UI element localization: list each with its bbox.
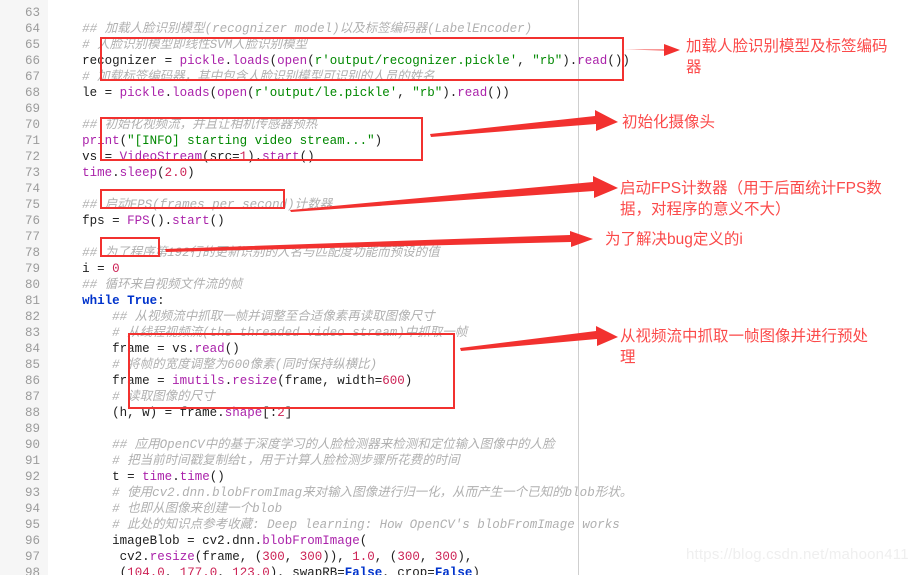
line-number: 91 <box>24 454 40 468</box>
code-line[interactable]: (h, w) = frame.shape[:2] <box>112 405 292 421</box>
line-number: 89 <box>24 422 40 436</box>
line-number: 77 <box>24 230 40 244</box>
code-screenshot-root: 63 64 65 66 67 68 69 70 71 72 73 74 75 76 77 78 79 80 81 82… <box>0 0 924 575</box>
line-number: 81 <box>24 294 40 308</box>
code-line[interactable]: # 也即从图像来创建一个blob <box>112 501 282 517</box>
code-line[interactable]: cv2.resize(frame, (300, 300)), 1.0, (300… <box>120 549 473 565</box>
line-number: 63 <box>24 6 40 20</box>
line-number-gutter: 63 64 65 66 67 68 69 70 71 72 73 74 75 76 77 78 79 80 81 82… <box>0 0 48 575</box>
code-line[interactable]: # 加载标签编码器，其中包含人脸识别模型可识别的人员的姓名 <box>82 69 435 85</box>
line-number: 67 <box>24 70 40 84</box>
line-number: 69 <box>24 102 40 116</box>
line-number: 79 <box>24 262 40 276</box>
code-line[interactable]: ## 加载人脸识别模型(recognizer model)以及标签编码器(Lab… <box>82 21 532 37</box>
line-number: 95 <box>24 518 40 532</box>
code-line[interactable]: # 此处的知识点参考收藏: Deep learning: How OpenCV'… <box>112 517 620 533</box>
line-number: 96 <box>24 534 40 548</box>
line-number: 74 <box>24 182 40 196</box>
line-number: 97 <box>24 550 40 564</box>
line-number: 73 <box>24 166 40 180</box>
code-line[interactable]: imageBlob = cv2.dnn.blobFromImage( <box>112 533 367 549</box>
code-line[interactable]: recognizer = pickle.loads(open(r'output/… <box>82 53 630 69</box>
annotation-load-recognizer: 加载人脸识别模型及标签编码 器 <box>686 38 888 76</box>
line-number: 64 <box>24 22 40 36</box>
code-line[interactable]: while True: <box>82 293 165 309</box>
annotation-counter-i: 为了解决bug定义的i <box>605 231 743 248</box>
line-number: 98 <box>24 566 40 575</box>
line-number: 82 <box>24 310 40 324</box>
code-line[interactable]: ## 启动FPS(frames per second)计数器 <box>82 197 332 213</box>
code-line[interactable]: ## 循环来自视频文件流的帧 <box>82 277 242 293</box>
code-line[interactable]: ## 从视频流中抓取一帧并调整至合适像素再读取图像尺寸 <box>112 309 435 325</box>
line-number: 66 <box>24 54 40 68</box>
code-line[interactable]: frame = imutils.resize(frame, width=600) <box>112 373 412 389</box>
code-line[interactable]: # 人脸识别模型即线性SVM人脸识别模型 <box>82 37 307 53</box>
code-line[interactable]: le = pickle.loads(open(r'output/le.pickl… <box>82 85 510 101</box>
line-number: 86 <box>24 374 40 388</box>
code-editor-area[interactable]: ## 加载人脸识别模型(recognizer model)以及标签编码器(Lab… <box>48 0 924 575</box>
code-line[interactable]: print("[INFO] starting video stream...") <box>82 133 382 149</box>
code-line[interactable]: (104.0, 177.0, 123.0), swapRB=False, cro… <box>120 565 480 575</box>
line-number: 78 <box>24 246 40 260</box>
line-number: 72 <box>24 150 40 164</box>
line-number: 84 <box>24 342 40 356</box>
print-margin-ruler <box>578 0 579 575</box>
annotation-init-camera: 初始化摄像头 <box>622 114 716 131</box>
line-number: 85 <box>24 358 40 372</box>
code-line[interactable]: # 从线程视频流(the threaded video stream)中抓取一帧 <box>112 325 467 341</box>
code-line[interactable]: # 将帧的宽度调整为600像素(同时保持纵横比) <box>112 357 377 373</box>
code-line[interactable]: ## 为了程序第192行的更新识别的人名与匹配度功能而预设的值 <box>82 245 440 261</box>
annotation-read-frame: 从视频流中抓取一帧图像并进行预处 理 <box>620 328 869 366</box>
line-number: 71 <box>24 134 40 148</box>
line-number: 92 <box>24 470 40 484</box>
code-line[interactable]: # 读取图像的尺寸 <box>112 389 215 405</box>
line-number: 94 <box>24 502 40 516</box>
line-number: 93 <box>24 486 40 500</box>
code-line[interactable]: fps = FPS().start() <box>82 213 225 229</box>
line-number: 68 <box>24 86 40 100</box>
line-number: 88 <box>24 406 40 420</box>
annotation-fps-counter: 启动FPS计数器（用于后面统计FPS数 据，对程序的意义不大） <box>620 180 882 218</box>
csdn-watermark: https://blog.csdn.net/mahoon411 <box>686 546 909 563</box>
code-line[interactable]: vs = VideoStream(src=1).start() <box>82 149 315 165</box>
code-line[interactable]: t = time.time() <box>112 469 225 485</box>
code-line[interactable]: ## 初始化视频流，并且让相机传感器预热 <box>82 117 317 133</box>
code-line[interactable]: time.sleep(2.0) <box>82 165 195 181</box>
code-line[interactable]: frame = vs.read() <box>112 341 240 357</box>
line-number: 76 <box>24 214 40 228</box>
code-line[interactable]: # 使用cv2.dnn.blobFromImag来对输入图像进行归一化，从而产生… <box>112 485 632 501</box>
code-line[interactable]: i = 0 <box>82 261 120 277</box>
code-line[interactable]: ## 应用OpenCV中的基于深度学习的人脸检测器来检测和定位输入图像中的人脸 <box>112 437 555 453</box>
line-number: 87 <box>24 390 40 404</box>
code-line[interactable]: # 把当前时间戳复制给t，用于计算人脸检测步骤所花费的时间 <box>112 453 460 469</box>
line-number: 65 <box>24 38 40 52</box>
line-number: 83 <box>24 326 40 340</box>
line-number: 75 <box>24 198 40 212</box>
line-number: 90 <box>24 438 40 452</box>
line-number: 80 <box>24 278 40 292</box>
line-number: 70 <box>24 118 40 132</box>
